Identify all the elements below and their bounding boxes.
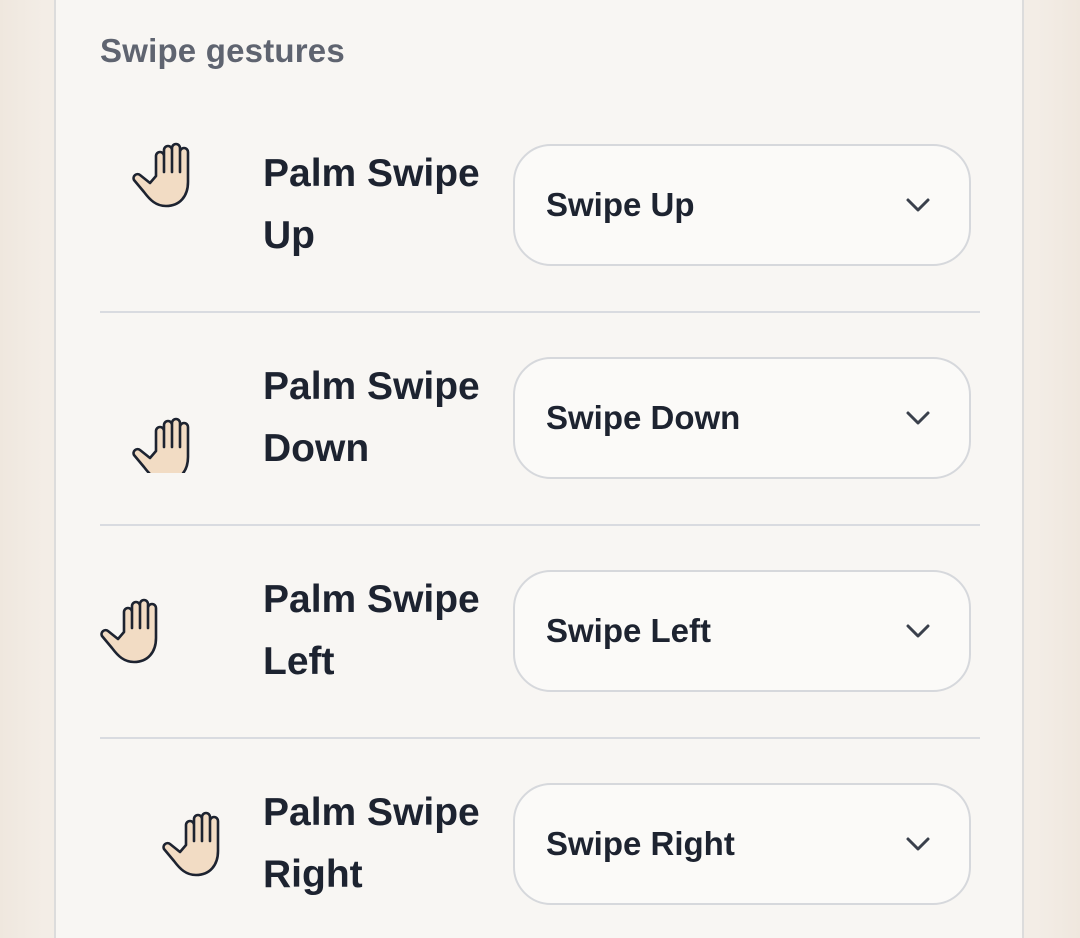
gesture-label: Palm Swipe Right <box>263 791 480 896</box>
gesture-label: Palm Swipe Up <box>263 152 480 257</box>
action-select-swipe-right[interactable]: Swipe Right <box>513 783 971 905</box>
gesture-row-swipe-down: Palm Swipe Down Swipe Down <box>100 313 980 526</box>
select-value: Swipe Up <box>546 186 695 223</box>
chevron-down-icon <box>906 198 930 212</box>
action-select-swipe-up[interactable]: Swipe Up <box>513 144 971 266</box>
select-value: Swipe Down <box>546 399 741 436</box>
action-select-swipe-down[interactable]: Swipe Down <box>513 357 971 479</box>
section-title: Swipe gestures <box>100 32 345 69</box>
gesture-label: Palm Swipe Left <box>263 578 480 683</box>
gesture-label: Palm Swipe Down <box>263 365 480 470</box>
palm-swipe-up-icon <box>132 142 192 260</box>
palm-swipe-left-icon <box>100 598 230 664</box>
chevron-down-icon <box>906 411 930 425</box>
palm-swipe-right-icon <box>126 811 220 877</box>
gesture-row-swipe-left: Palm Swipe Left Swipe Left <box>100 526 980 739</box>
select-value: Swipe Right <box>546 825 735 862</box>
action-select-swipe-left[interactable]: Swipe Left <box>513 570 971 692</box>
chevron-down-icon <box>906 624 930 638</box>
gesture-row-swipe-up: Palm Swipe Up Swipe Up <box>100 100 980 313</box>
select-value: Swipe Left <box>546 612 712 649</box>
chevron-down-icon <box>906 837 930 851</box>
palm-swipe-down-icon <box>132 363 195 473</box>
gesture-row-swipe-right: Palm Swipe Right Swipe Right <box>100 739 980 938</box>
